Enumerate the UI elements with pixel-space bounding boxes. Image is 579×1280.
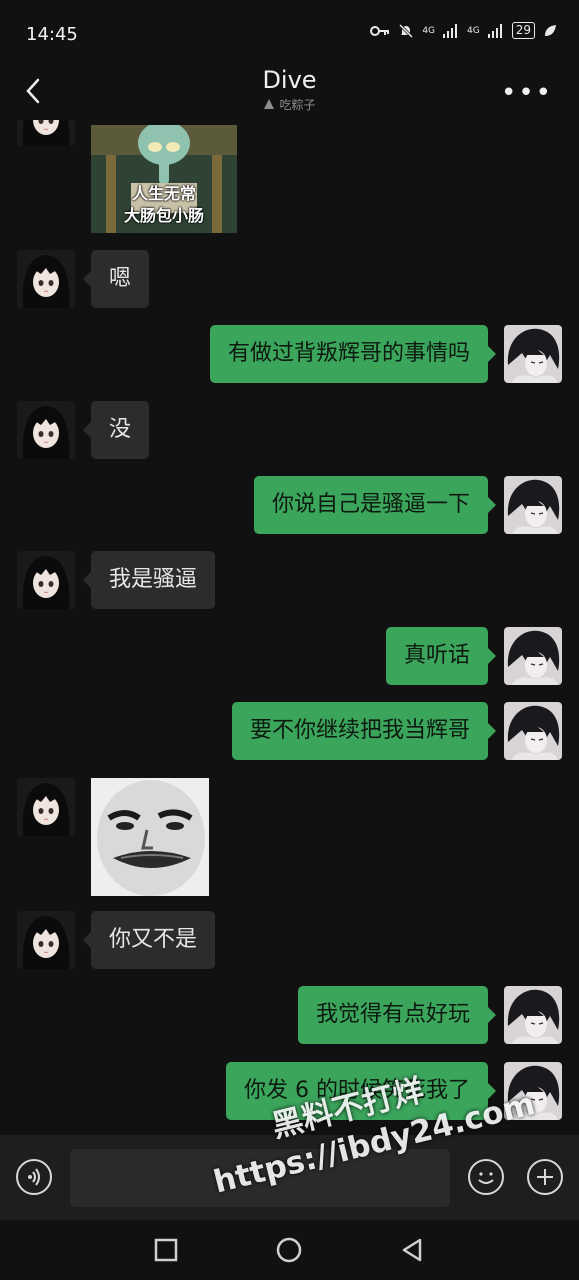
more-functions-button[interactable] bbox=[527, 1159, 563, 1195]
status-icons: 4G 4G 29 bbox=[370, 22, 557, 39]
incoming-message[interactable]: 你又不是 bbox=[82, 911, 216, 969]
incoming-message[interactable]: 嗯 bbox=[82, 250, 150, 308]
mute-bell-icon bbox=[399, 23, 414, 38]
chat-title[interactable]: Dive bbox=[0, 66, 579, 94]
incoming-message[interactable]: 我是骚逼 bbox=[82, 551, 216, 609]
voice-wave-icon bbox=[28, 1168, 40, 1186]
network-4g-label-2: 4G bbox=[467, 25, 480, 36]
more-options-icon[interactable]: ••• bbox=[501, 78, 553, 108]
contact-avatar[interactable] bbox=[17, 120, 75, 146]
vpn-key-icon bbox=[370, 25, 390, 36]
user-avatar[interactable] bbox=[504, 627, 562, 685]
contact-avatar[interactable] bbox=[17, 911, 75, 969]
plus-icon bbox=[537, 1169, 553, 1185]
squidward-sticker[interactable]: 人生无常 大肠包小肠 bbox=[91, 125, 237, 233]
outgoing-message[interactable]: 你说自己是骚逼一下 bbox=[253, 476, 497, 534]
contact-avatar[interactable] bbox=[17, 250, 75, 308]
sticker-caption-line1: 人生无常 bbox=[131, 184, 196, 203]
chat-header: Dive 吃粽子 ••• bbox=[0, 62, 579, 120]
signal-icon-1 bbox=[443, 23, 458, 38]
user-avatar[interactable] bbox=[504, 476, 562, 534]
status-tree-icon bbox=[264, 99, 275, 109]
leaf-icon bbox=[545, 24, 556, 36]
status-time: 14:45 bbox=[26, 24, 78, 45]
user-avatar[interactable] bbox=[504, 986, 562, 1044]
outgoing-message[interactable]: 你发 6 的时候笑死我了 bbox=[226, 1062, 496, 1120]
system-navigation-bar bbox=[0, 1220, 579, 1280]
sticker-caption: 人生无常 大肠包小肠 bbox=[91, 183, 237, 227]
emoji-button[interactable] bbox=[468, 1159, 504, 1195]
outgoing-message[interactable]: 有做过背叛辉哥的事情吗 bbox=[209, 325, 497, 383]
back-triangle-icon[interactable] bbox=[398, 1236, 426, 1264]
recent-apps-square-icon[interactable] bbox=[152, 1236, 180, 1264]
signal-icon-2 bbox=[487, 23, 502, 38]
chat-subtitle: 吃粽子 bbox=[0, 96, 579, 113]
meme-face-icon bbox=[91, 778, 209, 896]
user-avatar[interactable] bbox=[504, 702, 562, 760]
outgoing-message[interactable]: 要不你继续把我当辉哥 bbox=[231, 702, 497, 760]
voice-input-button[interactable] bbox=[16, 1159, 52, 1195]
smiley-icon bbox=[478, 1172, 494, 1184]
message-list[interactable]: 人生无常 大肠包小肠 嗯 有做过背叛辉哥的事情吗 没 你说自己是骚逼一下 我是骚… bbox=[0, 120, 579, 1135]
outgoing-message[interactable]: 我觉得有点好玩 bbox=[297, 986, 497, 1044]
message-text-input[interactable] bbox=[70, 1149, 450, 1207]
contact-avatar[interactable] bbox=[17, 401, 75, 459]
home-circle-icon[interactable] bbox=[274, 1235, 304, 1265]
network-4g-label-1: 4G bbox=[422, 25, 436, 36]
input-bar bbox=[0, 1135, 579, 1220]
contact-avatar[interactable] bbox=[17, 778, 75, 836]
status-bar: 14:45 4G 4G 29 bbox=[0, 0, 579, 62]
incoming-message[interactable]: 没 bbox=[82, 401, 150, 459]
chat-subtitle-text: 吃粽子 bbox=[279, 98, 316, 112]
meme-face-sticker[interactable] bbox=[91, 778, 209, 896]
user-avatar[interactable] bbox=[504, 1062, 562, 1120]
sticker-caption-line2: 大肠包小肠 bbox=[123, 206, 204, 225]
contact-avatar[interactable] bbox=[17, 551, 75, 609]
battery-indicator: 29 bbox=[511, 22, 535, 39]
outgoing-message[interactable]: 真听话 bbox=[385, 627, 497, 685]
user-avatar[interactable] bbox=[504, 325, 562, 383]
